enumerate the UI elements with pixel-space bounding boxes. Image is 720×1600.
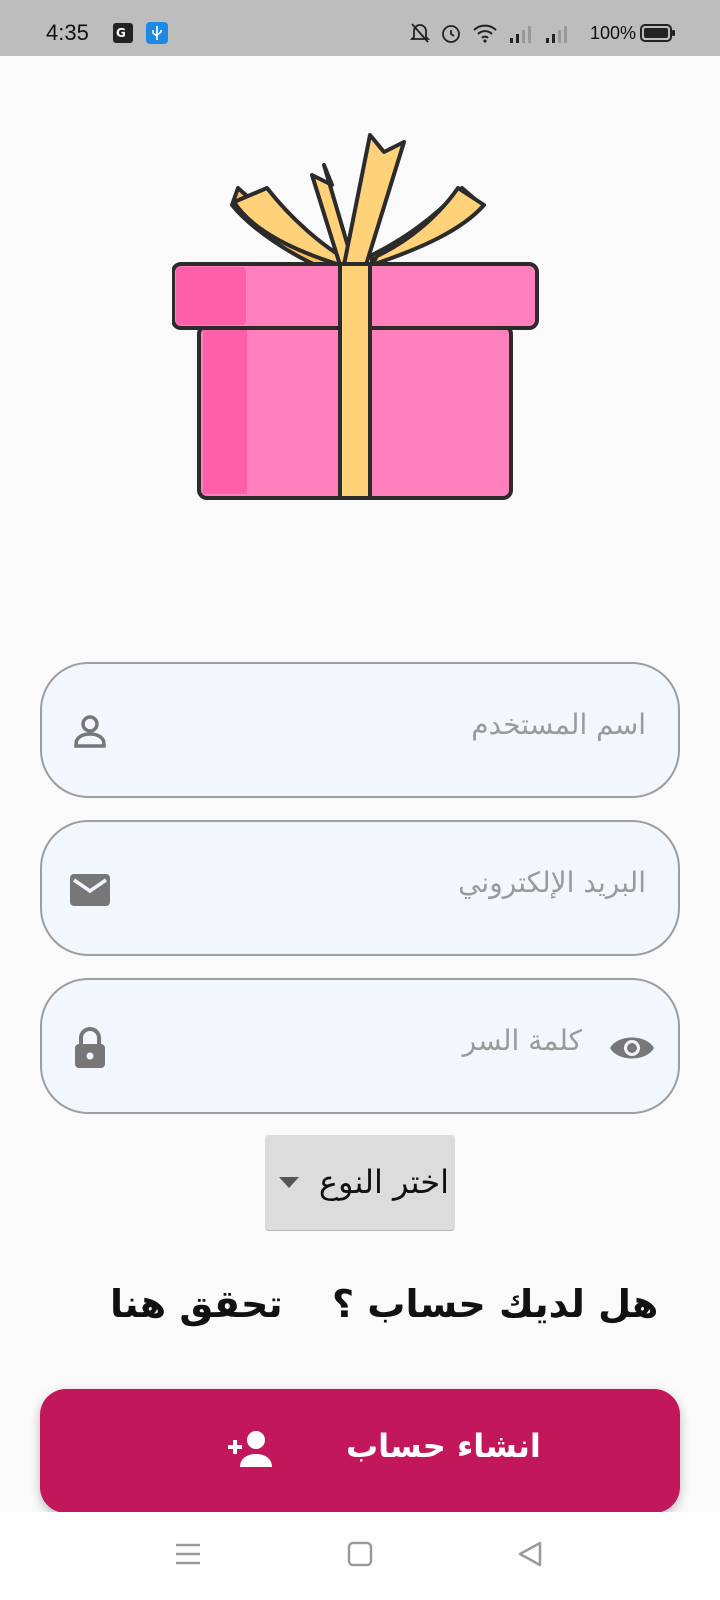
signal-icon [546, 26, 567, 43]
password-field[interactable]: كلمة السر [40, 978, 680, 1114]
type-dropdown[interactable]: اختر النوع [265, 1135, 455, 1231]
email-placeholder: البريد الإلكتروني [458, 866, 646, 899]
password-placeholder: كلمة السر [462, 1024, 582, 1057]
dropdown-arrow-icon [279, 1177, 299, 1188]
mail-icon [70, 874, 110, 906]
wifi-icon [473, 24, 497, 43]
battery-percent: 100% [590, 23, 637, 43]
person-icon [74, 715, 106, 748]
login-link[interactable]: تحقق هنا [110, 1282, 283, 1326]
system-nav-bar [0, 1512, 720, 1600]
menu-icon[interactable] [174, 1540, 202, 1568]
status-time: 4:35 [46, 20, 89, 45]
have-account-text: هل لديك حساب ؟ [332, 1282, 659, 1326]
gift-illustration [172, 133, 539, 500]
lock-icon [75, 1027, 105, 1068]
svg-text:G: G [116, 26, 126, 40]
create-account-label: انشاء حساب [346, 1427, 541, 1465]
username-field[interactable]: اسم المستخدم [40, 662, 680, 798]
type-dropdown-label: اختر النوع [318, 1163, 449, 1201]
username-placeholder: اسم المستخدم [471, 708, 646, 741]
usb-icon [146, 22, 168, 44]
home-icon[interactable] [346, 1540, 374, 1568]
translate-icon: G [113, 23, 133, 43]
bell-off-icon [410, 23, 430, 43]
email-field[interactable]: البريد الإلكتروني [40, 820, 680, 956]
signal-icon [510, 26, 531, 43]
back-icon[interactable] [516, 1540, 544, 1568]
create-account-button[interactable]: انشاء حساب [40, 1389, 680, 1513]
have-account-row: هل لديك حساب ؟ تحقق هنا [0, 1282, 720, 1342]
battery-icon [640, 24, 675, 42]
person-add-icon [228, 1431, 272, 1467]
eye-icon[interactable] [608, 1024, 656, 1072]
status-bar: 4:35 G 100% [0, 0, 720, 56]
alarm-icon [442, 25, 460, 43]
